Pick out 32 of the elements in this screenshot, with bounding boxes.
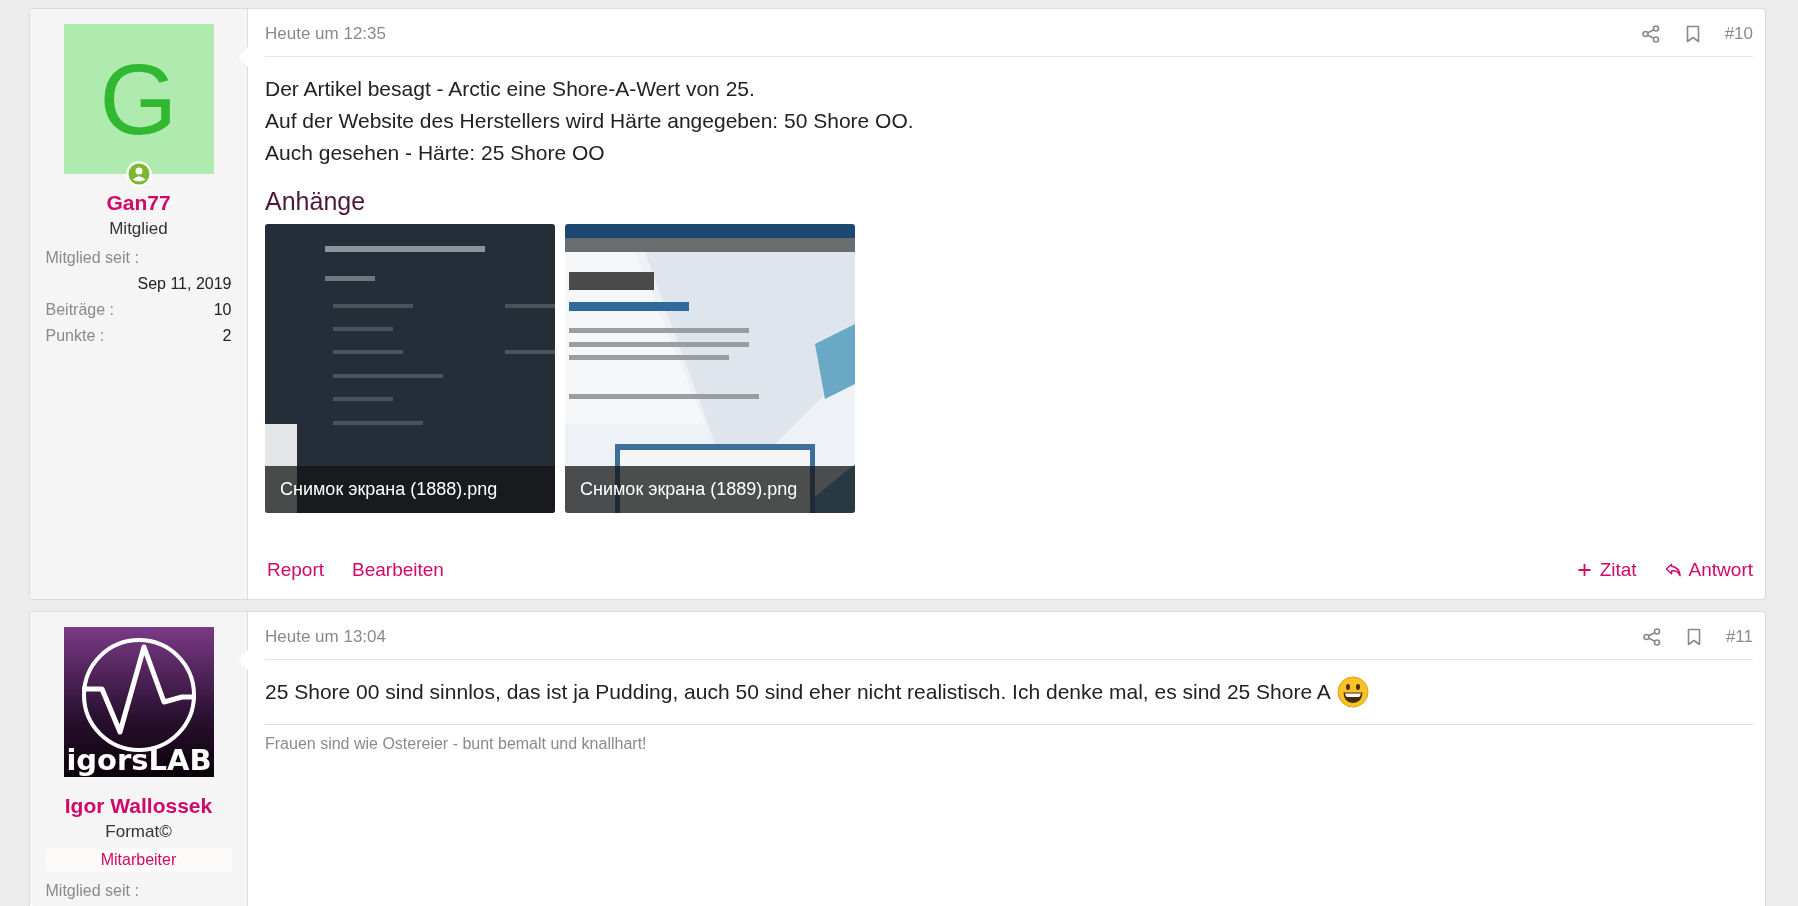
attachment-filename[interactable]: Снимок экрана (1889).png [565,466,855,513]
share-icon[interactable] [1640,23,1661,44]
post-text: Auch gesehen - Härte: 25 Shore OO [265,140,606,166]
post-text: 25 Shore 00 sind sinnlos, das ist ja Pudding, auch 50 sind eher nicht realistisch. Ich denke mal, es sind 25 Shore A [265,679,1331,705]
user-title: Mitglied [109,219,168,239]
reply-link[interactable]: Antwort [1662,559,1753,581]
username-link[interactable]: Gan77 [106,191,171,215]
stat-value: 10 [213,300,232,320]
reply-arrow-icon [1664,562,1682,578]
action-link[interactable]: Report [265,559,325,581]
quote-link[interactable]: Zitat [1573,559,1637,581]
staff-badge: Mitarbeiter [45,848,232,872]
post-text: Auf der Website des Herstellers wird Härte angegeben: 50 Shore OO. [265,108,915,134]
post-number-link[interactable]: #10 [1724,23,1753,44]
stat-value: 2 [222,326,232,346]
stat-label: Mitglied seit : [45,881,140,901]
attachments-heading: Anhänge [265,187,367,216]
stat-value: Sep 11, 2019 [137,274,232,294]
post-number-link[interactable]: #11 [1725,626,1753,647]
username-link[interactable]: Igor Wallossek [64,794,213,818]
stat-label: Mitglied seit : [45,248,140,268]
user-title: Format© [105,822,172,842]
avatar[interactable]: igorsLAB [63,627,214,777]
stat-label: Punkte : [45,326,105,346]
signature-text: Frauen sind wie Ostereier - bunt bemalt und knallhart! [265,734,648,753]
share-icon[interactable] [1641,626,1662,647]
stat-label: Beiträge : [45,300,114,320]
attachment-filename[interactable]: Снимок экрана (1888).png [265,466,555,513]
action-link[interactable]: Bearbeiten [350,559,444,581]
post-time[interactable]: Heute um 12:35 [265,23,386,44]
post-time[interactable]: Heute um 13:04 [265,626,386,647]
post-text: Der Artikel besagt - Arctic eine Shore-A-Wert von 25. [265,76,756,102]
